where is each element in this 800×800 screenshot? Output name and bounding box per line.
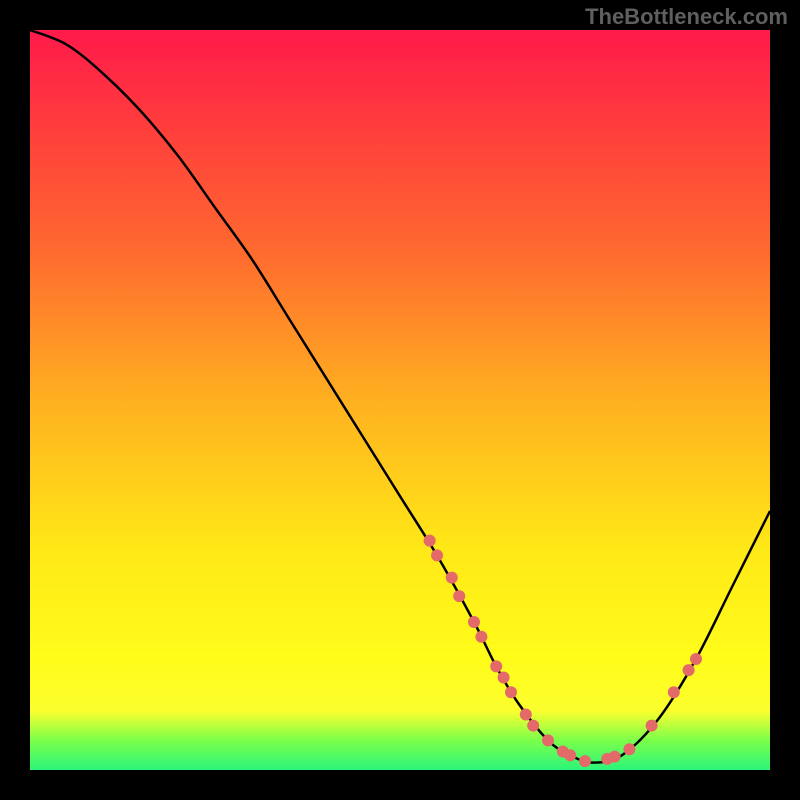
chart-dot bbox=[579, 755, 591, 767]
attribution-text: TheBottleneck.com bbox=[585, 4, 788, 30]
chart-dot bbox=[431, 549, 443, 561]
chart-dot bbox=[623, 743, 635, 755]
chart-dot bbox=[527, 720, 539, 732]
chart-curve bbox=[30, 30, 770, 763]
chart-area bbox=[30, 30, 770, 770]
chart-svg bbox=[30, 30, 770, 770]
chart-dot bbox=[490, 660, 502, 672]
chart-dot bbox=[609, 751, 621, 763]
chart-dot bbox=[505, 686, 517, 698]
chart-dot bbox=[520, 709, 532, 721]
chart-dot bbox=[668, 686, 680, 698]
chart-dot bbox=[542, 734, 554, 746]
chart-dot bbox=[453, 590, 465, 602]
chart-data-dots bbox=[424, 535, 702, 768]
chart-dot bbox=[646, 720, 658, 732]
chart-dot bbox=[475, 631, 487, 643]
chart-dot bbox=[498, 672, 510, 684]
chart-dot bbox=[564, 749, 576, 761]
chart-dot bbox=[424, 535, 436, 547]
chart-dot bbox=[446, 572, 458, 584]
chart-dot bbox=[468, 616, 480, 628]
chart-dot bbox=[690, 653, 702, 665]
chart-dot bbox=[683, 664, 695, 676]
